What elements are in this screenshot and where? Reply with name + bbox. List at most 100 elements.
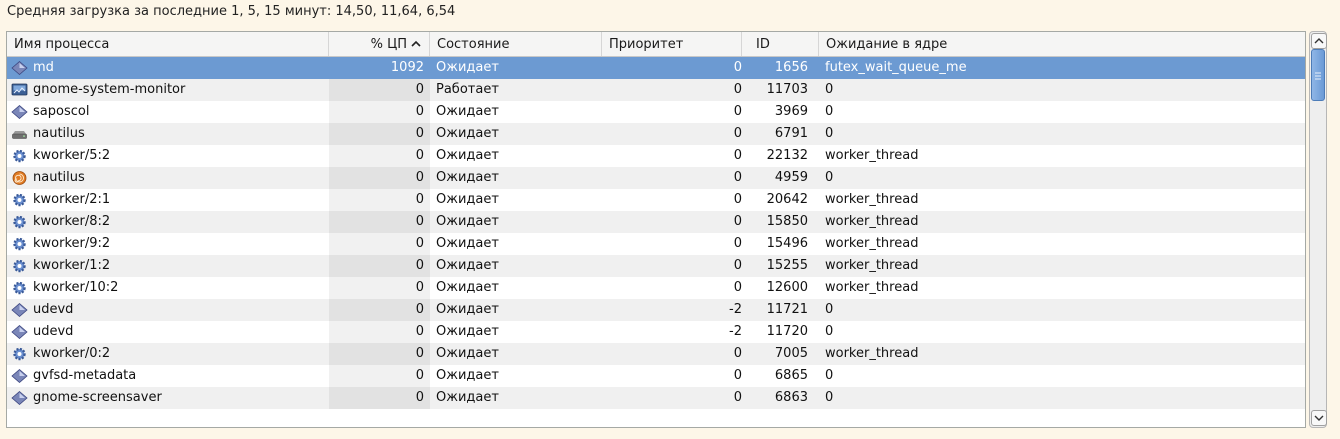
process-id: 12600: [766, 280, 808, 295]
process-wait-channel: 0: [825, 170, 834, 185]
column-header-name[interactable]: Имя процесса: [7, 32, 329, 56]
process-state: Ожидает: [436, 346, 499, 361]
process-priority: 0: [733, 214, 742, 229]
process-priority: 0: [733, 148, 742, 163]
process-state: Ожидает: [436, 170, 499, 185]
process-name: saposcol: [33, 104, 90, 119]
process-priority: 0: [733, 82, 742, 97]
process-wait-channel: 0: [825, 82, 834, 97]
process-id: 20642: [766, 192, 808, 207]
process-wait-channel: 0: [825, 324, 834, 339]
process-name: kworker/1:2: [33, 258, 111, 273]
process-priority: 0: [733, 192, 742, 207]
process-row[interactable]: kworker/10:2 0 Ожидает 0 12600 worker_thread: [7, 277, 1305, 299]
process-cpu: 0: [329, 343, 430, 365]
process-cpu: 0: [329, 167, 430, 189]
process-wait-channel: 0: [825, 302, 834, 317]
process-row[interactable]: kworker/0:2 0 Ожидает 0 7005 worker_thread: [7, 343, 1305, 365]
process-row[interactable]: md 1092 Ожидает 0 1656 futex_wait_queue_me: [7, 57, 1305, 79]
process-name: udevd: [33, 302, 74, 317]
process-priority: 0: [733, 346, 742, 361]
process-name: md: [33, 60, 54, 75]
process-id: 3969: [774, 104, 808, 119]
scroll-down-button[interactable]: [1311, 410, 1327, 426]
table-body: md 1092 Ожидает 0 1656 futex_wait_queue_me gno…: [7, 57, 1305, 409]
process-name: kworker/9:2: [33, 236, 111, 251]
process-state: Ожидает: [436, 368, 499, 383]
process-row[interactable]: nautilus 0 Ожидает 0 4959 0: [7, 167, 1305, 189]
scroll-up-button[interactable]: [1311, 33, 1327, 49]
process-priority: -2: [729, 302, 742, 317]
process-row[interactable]: kworker/5:2 0 Ожидает 0 22132 worker_thread: [7, 145, 1305, 167]
process-wait-channel: 0: [825, 126, 834, 141]
process-name: gnome-screensaver: [33, 390, 162, 405]
process-priority: 0: [733, 170, 742, 185]
process-priority: 0: [733, 236, 742, 251]
process-state: Ожидает: [436, 214, 499, 229]
column-header-cpu[interactable]: % ЦП: [329, 32, 430, 56]
process-cpu: 0: [329, 211, 430, 233]
scroll-thumb[interactable]: [1311, 49, 1325, 101]
vertical-scrollbar[interactable]: [1309, 31, 1327, 428]
process-priority: -2: [729, 324, 742, 339]
process-cpu: 0: [329, 123, 430, 145]
process-priority: 0: [733, 368, 742, 383]
process-state: Ожидает: [436, 390, 499, 405]
load-average-label: Средняя загрузка за последние 1, 5, 15 м…: [7, 4, 456, 19]
process-name: nautilus: [33, 126, 85, 141]
process-id: 15496: [766, 236, 808, 251]
process-priority: 0: [733, 280, 742, 295]
column-header-state[interactable]: Состояние: [430, 32, 602, 56]
process-name: kworker/8:2: [33, 214, 111, 229]
column-header-priority[interactable]: Приоритет: [602, 32, 742, 56]
process-name: kworker/10:2: [33, 280, 119, 295]
process-state: Ожидает: [436, 324, 499, 339]
process-table[interactable]: Имя процесса % ЦП Состояние Приоритет ID…: [6, 31, 1306, 428]
column-header-wait-label: Ожидание в ядре: [826, 37, 948, 52]
process-cpu: 0: [329, 189, 430, 211]
process-wait-channel: worker_thread: [825, 258, 919, 273]
process-cpu: 0: [329, 233, 430, 255]
process-state: Ожидает: [436, 148, 499, 163]
column-header-wait[interactable]: Ожидание в ядре: [819, 32, 1305, 56]
column-header-id[interactable]: ID: [742, 32, 819, 56]
process-wait-channel: worker_thread: [825, 236, 919, 251]
column-header-name-label: Имя процесса: [14, 37, 110, 52]
process-row[interactable]: kworker/2:1 0 Ожидает 0 20642 worker_thread: [7, 189, 1305, 211]
process-wait-channel: worker_thread: [825, 214, 919, 229]
process-state: Ожидает: [436, 60, 499, 75]
chevron-up-icon: [411, 40, 421, 47]
process-id: 11703: [766, 82, 808, 97]
process-cpu: 1092: [390, 60, 424, 75]
process-row[interactable]: udevd 0 Ожидает -2 11720 0: [7, 321, 1305, 343]
process-state: Ожидает: [436, 126, 499, 141]
column-header-cpu-label: % ЦП: [370, 37, 407, 52]
process-id: 4959: [774, 170, 808, 185]
process-row[interactable]: gvfsd-metadata 0 Ожидает 0 6865 0: [7, 365, 1305, 387]
process-row[interactable]: saposcol 0 Ожидает 0 3969 0: [7, 101, 1305, 123]
process-row[interactable]: kworker/8:2 0 Ожидает 0 15850 worker_thread: [7, 211, 1305, 233]
process-row[interactable]: udevd 0 Ожидает -2 11721 0: [7, 299, 1305, 321]
table-header: Имя процесса % ЦП Состояние Приоритет ID…: [7, 32, 1305, 57]
process-id: 6791: [774, 126, 808, 141]
process-priority: 0: [733, 104, 742, 119]
process-cpu: 0: [329, 101, 430, 123]
process-state: Ожидает: [436, 302, 499, 317]
process-wait-channel: worker_thread: [825, 346, 919, 361]
process-row[interactable]: kworker/1:2 0 Ожидает 0 15255 worker_thread: [7, 255, 1305, 277]
process-state: Ожидает: [436, 280, 499, 295]
process-state: Ожидает: [436, 236, 499, 251]
process-row[interactable]: kworker/9:2 0 Ожидает 0 15496 worker_thread: [7, 233, 1305, 255]
process-priority: 0: [733, 60, 742, 75]
chevron-up-icon: [1314, 38, 1324, 44]
process-name: gvfsd-metadata: [33, 368, 137, 383]
process-cpu: 0: [329, 145, 430, 167]
process-row[interactable]: gnome-system-monitor 0 Работает 0 11703 0: [7, 79, 1305, 101]
process-row[interactable]: gnome-screensaver 0 Ожидает 0 6863 0: [7, 387, 1305, 409]
process-cpu: 0: [329, 255, 430, 277]
process-name: kworker/0:2: [33, 346, 111, 361]
process-row[interactable]: nautilus 0 Ожидает 0 6791 0: [7, 123, 1305, 145]
process-state: Ожидает: [436, 192, 499, 207]
grip-icon: [1315, 72, 1321, 80]
process-cpu: 0: [329, 321, 430, 343]
